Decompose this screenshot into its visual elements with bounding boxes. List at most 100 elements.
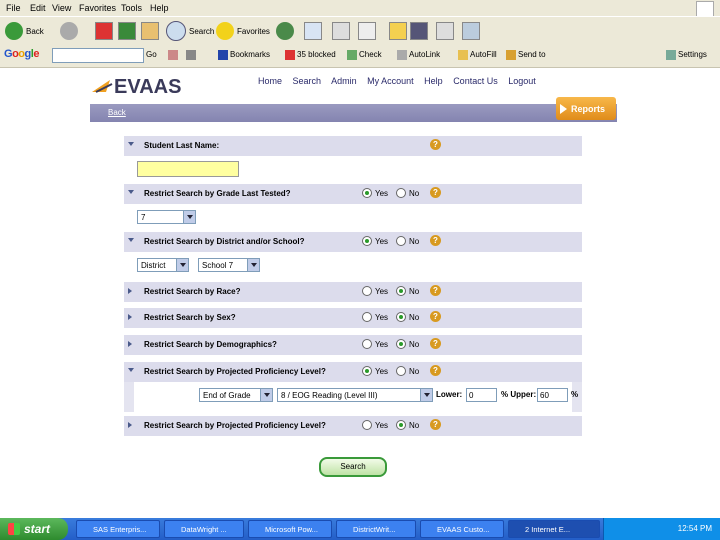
district-label: Restrict Search by District and/or Schoo… bbox=[144, 237, 305, 246]
proficiency-2-no-radio[interactable]: No bbox=[396, 420, 419, 430]
help-icon[interactable]: ? bbox=[430, 139, 441, 150]
sex-label: Restrict Search by Sex? bbox=[144, 313, 236, 322]
folder-button[interactable] bbox=[389, 21, 410, 41]
race-yes-radio[interactable]: Yes bbox=[362, 286, 388, 296]
district-select[interactable]: District bbox=[137, 258, 189, 272]
menu-file[interactable]: File bbox=[6, 3, 21, 13]
proficiency-yes-radio[interactable]: Yes bbox=[362, 366, 388, 376]
student-last-name-input[interactable] bbox=[137, 161, 239, 177]
menu-help[interactable]: Help bbox=[150, 3, 169, 13]
district-yes-radio[interactable]: Yes bbox=[362, 236, 388, 246]
autolink-button[interactable]: AutoLink bbox=[397, 50, 440, 60]
task-evaas[interactable]: EVAAS Custo... bbox=[420, 520, 504, 538]
upper-input[interactable]: 60 bbox=[537, 388, 568, 402]
chevron-down-icon bbox=[183, 211, 195, 223]
nav-logout[interactable]: Logout bbox=[508, 76, 536, 86]
task-internet-explorer[interactable]: 2 Internet E... bbox=[508, 520, 600, 538]
home-button[interactable] bbox=[141, 21, 162, 41]
back-link[interactable]: Back bbox=[108, 108, 126, 117]
collapse-icon[interactable] bbox=[128, 368, 134, 372]
windows-flag-icon bbox=[8, 523, 20, 535]
nav-search[interactable]: Search bbox=[293, 76, 322, 86]
task-districtwrit[interactable]: DistrictWrit... bbox=[336, 520, 416, 538]
district-sub: District School 7 bbox=[124, 252, 582, 280]
lower-label: Lower: bbox=[436, 390, 463, 399]
search-button-toolbar[interactable]: Search bbox=[166, 21, 214, 41]
subject-select[interactable]: 8 / EOG Reading (Level III) bbox=[277, 388, 433, 402]
autofill-button[interactable]: AutoFill bbox=[458, 50, 497, 60]
demographics-yes-radio[interactable]: Yes bbox=[362, 339, 388, 349]
demographics-no-radio[interactable]: No bbox=[396, 339, 419, 349]
evaas-logo-icon bbox=[92, 80, 113, 93]
spellcheck-button[interactable]: Check bbox=[347, 50, 382, 60]
mail-button[interactable] bbox=[304, 21, 325, 41]
nav-admin[interactable]: Admin bbox=[331, 76, 357, 86]
proficiency-no-radio[interactable]: No bbox=[396, 366, 419, 376]
back-button[interactable]: Back bbox=[5, 21, 44, 41]
help-icon[interactable]: ? bbox=[430, 187, 441, 198]
collapse-icon[interactable] bbox=[128, 190, 134, 194]
grade-yes-radio[interactable]: Yes bbox=[362, 188, 388, 198]
help-icon[interactable]: ? bbox=[430, 285, 441, 296]
task-sas[interactable]: SAS Enterpris... bbox=[76, 520, 160, 538]
help-icon[interactable]: ? bbox=[430, 365, 441, 376]
settings-button[interactable]: Settings bbox=[666, 50, 707, 60]
send-to-button[interactable]: Send to bbox=[506, 50, 546, 60]
help-icon[interactable]: ? bbox=[430, 419, 441, 430]
forward-button[interactable] bbox=[60, 21, 81, 41]
research-button[interactable] bbox=[436, 21, 457, 41]
collapse-icon[interactable] bbox=[128, 238, 134, 242]
expand-icon[interactable] bbox=[128, 341, 132, 347]
mail-icon bbox=[304, 22, 322, 40]
nav-my-account[interactable]: My Account bbox=[367, 76, 414, 86]
expand-icon[interactable] bbox=[128, 314, 132, 320]
test-select[interactable]: End of Grade bbox=[199, 388, 273, 402]
lower-input[interactable]: 0 bbox=[466, 388, 497, 402]
stop-icon bbox=[95, 22, 113, 40]
popup-icon bbox=[285, 50, 295, 60]
menu-view[interactable]: View bbox=[52, 3, 71, 13]
menu-edit[interactable]: Edit bbox=[30, 3, 46, 13]
expand-icon[interactable] bbox=[128, 288, 132, 294]
translate-button[interactable] bbox=[462, 21, 483, 41]
grade-no-radio[interactable]: No bbox=[396, 188, 419, 198]
nav-home[interactable]: Home bbox=[258, 76, 282, 86]
refresh-button[interactable] bbox=[118, 21, 139, 41]
reports-button[interactable]: Reports bbox=[556, 97, 616, 120]
help-icon[interactable]: ? bbox=[430, 311, 441, 322]
search-submit-button[interactable]: Search bbox=[319, 457, 387, 477]
help-icon[interactable]: ? bbox=[430, 338, 441, 349]
sex-no-radio[interactable]: No bbox=[396, 312, 419, 322]
favorites-button[interactable]: Favorites bbox=[216, 21, 270, 41]
task-datawright[interactable]: DataWright ... bbox=[164, 520, 244, 538]
help-icon[interactable]: ? bbox=[430, 235, 441, 246]
expand-icon[interactable] bbox=[128, 422, 132, 428]
popup-blocked-button[interactable]: 35 blocked bbox=[285, 50, 336, 60]
nav-contact-us[interactable]: Contact Us bbox=[453, 76, 498, 86]
nav-help[interactable]: Help bbox=[424, 76, 443, 86]
proficiency-2-yes-radio[interactable]: Yes bbox=[362, 420, 388, 430]
district-no-radio[interactable]: No bbox=[396, 236, 419, 246]
print-button[interactable] bbox=[332, 21, 353, 41]
menu-tools[interactable]: Tools bbox=[121, 3, 142, 13]
messenger-button[interactable] bbox=[410, 21, 431, 41]
edit-button[interactable] bbox=[358, 21, 379, 41]
history-button[interactable] bbox=[276, 21, 297, 41]
menu-favorites[interactable]: Favorites bbox=[79, 3, 116, 13]
school-select[interactable]: School 7 bbox=[198, 258, 260, 272]
google-search-input[interactable] bbox=[52, 48, 144, 63]
bookmarks-button[interactable]: Bookmarks bbox=[218, 50, 270, 60]
upper-label: % Upper: bbox=[501, 390, 537, 399]
history-icon bbox=[276, 22, 294, 40]
bookmark-star-icon bbox=[218, 50, 228, 60]
google-go-button[interactable]: Go bbox=[146, 50, 157, 59]
row-district: Restrict Search by District and/or Schoo… bbox=[124, 232, 582, 252]
sex-yes-radio[interactable]: Yes bbox=[362, 312, 388, 322]
google-tools-icon[interactable] bbox=[186, 50, 198, 60]
stop-button[interactable] bbox=[95, 21, 116, 41]
start-button[interactable]: start bbox=[0, 518, 68, 540]
grade-select[interactable]: 7 bbox=[137, 210, 196, 224]
race-no-radio[interactable]: No bbox=[396, 286, 419, 296]
task-powerpoint[interactable]: Microsoft Pow... bbox=[248, 520, 332, 538]
collapse-icon[interactable] bbox=[128, 142, 134, 146]
